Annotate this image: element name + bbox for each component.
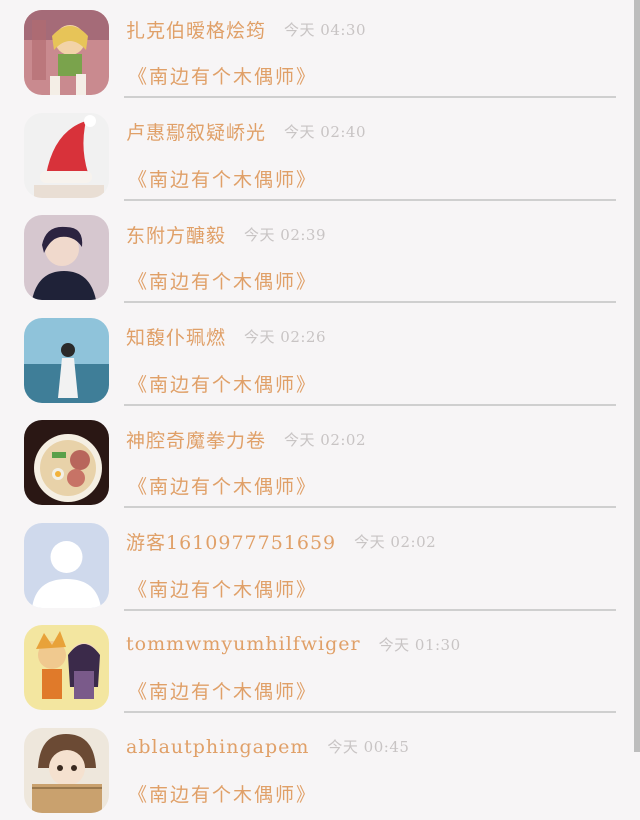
list-item[interactable]: 扎克伯暧格烩筠 今天 04:30 《南边有个木偶师》	[0, 0, 632, 103]
message-header: 知馥仆珮燃 今天 02:26	[126, 322, 326, 352]
book-title[interactable]: 《南边有个木偶师》	[128, 370, 317, 397]
santa-hat-avatar[interactable]	[24, 113, 109, 198]
timestamp: 今天 02:39	[244, 224, 326, 245]
beach-girl-avatar[interactable]	[24, 318, 109, 403]
message-header: 游客1610977751659 今天 02:02	[126, 527, 436, 557]
user-name[interactable]: 扎克伯暧格烩筠	[126, 16, 266, 43]
anime-couple-avatar[interactable]	[24, 625, 109, 710]
chibi-box-avatar[interactable]	[24, 728, 109, 813]
book-title[interactable]: 《南边有个木偶师》	[128, 677, 317, 704]
message-list: 扎克伯暧格烩筠 今天 04:30 《南边有个木偶师》 卢惠鄢叙疑峤光 今天 02…	[0, 0, 632, 820]
list-item[interactable]: 游客1610977751659 今天 02:02 《南边有个木偶师》	[0, 513, 632, 616]
timestamp: 今天 02:26	[244, 326, 326, 347]
default-user-avatar[interactable]	[24, 523, 109, 608]
user-name[interactable]: 东附方醣毅	[126, 221, 226, 248]
book-title[interactable]: 《南边有个木偶师》	[128, 267, 317, 294]
user-name[interactable]: 游客1610977751659	[126, 528, 336, 555]
divider	[124, 96, 616, 98]
user-name[interactable]: 神腔奇魔拳力卷	[126, 426, 266, 453]
list-item[interactable]: 卢惠鄢叙疑峤光 今天 02:40 《南边有个木偶师》	[0, 103, 632, 206]
young-man-avatar[interactable]	[24, 215, 109, 300]
timestamp: 今天 00:45	[327, 736, 409, 757]
book-title[interactable]: 《南边有个木偶师》	[128, 780, 317, 807]
divider	[124, 506, 616, 508]
user-name[interactable]: ablautphingapem	[126, 736, 309, 758]
message-header: 扎克伯暧格烩筠 今天 04:30	[126, 14, 366, 44]
divider	[124, 199, 616, 201]
message-header: ablautphingapem 今天 00:45	[126, 732, 409, 762]
message-header: 神腔奇魔拳力卷 今天 02:02	[126, 424, 366, 454]
book-title[interactable]: 《南边有个木偶师》	[128, 575, 317, 602]
timestamp: 今天 02:40	[284, 121, 366, 142]
timestamp: 今天 04:30	[284, 19, 366, 40]
list-item[interactable]: tommwmyumhilfwiger 今天 01:30 《南边有个木偶师》	[0, 615, 632, 718]
message-header: tommwmyumhilfwiger 今天 01:30	[126, 629, 461, 659]
book-title[interactable]: 《南边有个木偶师》	[128, 62, 317, 89]
divider	[124, 301, 616, 303]
scrollbar[interactable]	[634, 0, 640, 752]
list-item[interactable]: ablautphingapem 今天 00:45 《南边有个木偶师》	[0, 718, 632, 820]
book-title[interactable]: 《南边有个木偶师》	[128, 165, 317, 192]
timestamp: 今天 02:02	[354, 531, 436, 552]
user-name[interactable]: tommwmyumhilfwiger	[126, 633, 361, 655]
ramen-avatar[interactable]	[24, 420, 109, 505]
list-item[interactable]: 东附方醣毅 今天 02:39 《南边有个木偶师》	[0, 205, 632, 308]
user-name[interactable]: 卢惠鄢叙疑峤光	[126, 118, 266, 145]
timestamp: 今天 02:02	[284, 429, 366, 450]
timestamp: 今天 01:30	[379, 634, 461, 655]
list-item[interactable]: 神腔奇魔拳力卷 今天 02:02 《南边有个木偶师》	[0, 410, 632, 513]
divider	[124, 711, 616, 713]
list-item[interactable]: 知馥仆珮燃 今天 02:26 《南边有个木偶师》	[0, 308, 632, 411]
divider	[124, 404, 616, 406]
user-name[interactable]: 知馥仆珮燃	[126, 323, 226, 350]
book-title[interactable]: 《南边有个木偶师》	[128, 472, 317, 499]
anime-girl-avatar[interactable]	[24, 10, 109, 95]
message-header: 卢惠鄢叙疑峤光 今天 02:40	[126, 117, 366, 147]
message-header: 东附方醣毅 今天 02:39	[126, 219, 326, 249]
divider	[124, 609, 616, 611]
